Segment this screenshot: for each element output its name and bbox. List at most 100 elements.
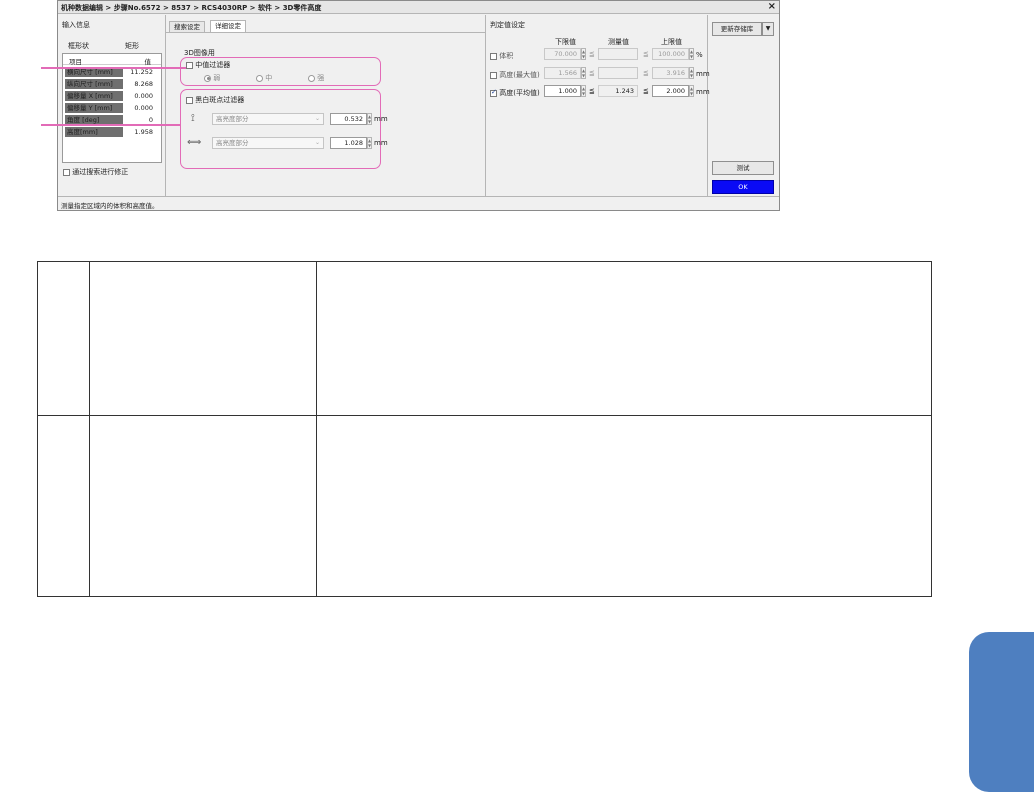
spinner-icon[interactable]: ▲ ▼ — [367, 113, 372, 125]
row-key: 横向尺寸 [mm] — [65, 67, 123, 77]
chevron-down-icon: ⌄ — [314, 139, 320, 146]
unit-label: % — [696, 51, 703, 59]
le-symbol: ≦ — [589, 87, 595, 95]
lower-input[interactable]: 70.000 — [544, 48, 581, 60]
judge-checkbox[interactable] — [490, 71, 497, 79]
spinner-icon[interactable]: ▲ ▼ — [689, 48, 694, 60]
spinner-icon[interactable]: ▲ ▼ — [367, 137, 372, 149]
radio-medium[interactable]: 中 — [256, 73, 272, 83]
input-info-panel: 输入信息 框形状 矩形 项目 值 横向尺寸 [mm] 11.252 纵向尺寸 [m… — [58, 15, 166, 196]
radio-strong[interactable]: 强 — [308, 73, 324, 83]
radio-weak[interactable]: 弱 — [204, 73, 220, 83]
col-item: 项目 — [69, 58, 82, 66]
row-value: 1.958 — [134, 128, 153, 136]
shape-value: 矩形 — [125, 42, 139, 50]
le-symbol: ≦ — [643, 50, 649, 58]
correction-checkbox[interactable] — [63, 168, 70, 176]
bw-filter-value-2[interactable]: 1.028 — [330, 137, 367, 149]
doc-table-divider — [38, 415, 931, 416]
bw-filter-row[interactable]: 黑白斑点过滤器 — [186, 95, 244, 105]
col-upper: 上限值 — [661, 38, 682, 46]
judge-label: 高度(最大值) — [499, 71, 540, 79]
judge-checkbox[interactable] — [490, 52, 497, 60]
button-panel: 更新存储库 ▼ 测试 OK — [708, 15, 779, 196]
correction-label: 通过搜索进行修正 — [72, 168, 129, 176]
status-text: 测量指定区域内的体积和高度值。 — [61, 202, 159, 210]
row-key: 纵向尺寸 [mm] — [65, 79, 123, 89]
radio-medium-label: 中 — [265, 74, 273, 82]
row-key: 高度[mm] — [65, 127, 123, 137]
upper-input[interactable]: 100.000 — [652, 48, 689, 60]
correction-checkbox-row[interactable]: 通过搜索进行修正 — [63, 167, 128, 177]
table-header: 项目 值 — [63, 54, 161, 66]
tab-detail-settings[interactable]: 详细设定 — [210, 20, 246, 32]
ok-button[interactable]: OK — [712, 180, 774, 194]
judge-checkbox[interactable] — [490, 88, 497, 97]
tab-search-settings[interactable]: 搜索设定 — [169, 21, 205, 32]
bw-filter-select-2[interactable]: 高亮度部分 ⌄ — [212, 137, 324, 149]
doc-table — [37, 261, 932, 597]
unit-label: mm — [374, 115, 388, 123]
close-icon[interactable]: × — [768, 1, 776, 13]
radio-strong-indicator[interactable] — [308, 74, 315, 82]
judge-row-avg-height[interactable]: 高度(平均值) — [490, 88, 540, 98]
judge-label: 体积 — [499, 52, 514, 60]
table-row[interactable]: 高度[mm] 1.958 — [63, 126, 161, 138]
radio-medium-indicator[interactable] — [256, 74, 263, 82]
update-dropdown-button[interactable]: ▼ — [762, 22, 774, 36]
status-bar: 测量指定区域内的体积和高度值。 — [58, 196, 779, 210]
spinner-icon[interactable]: ▲ ▼ — [581, 48, 586, 60]
horizontal-size-icon: ⟺ — [187, 137, 202, 148]
dialog-title: 机种数据编辑 > 步骤No.6572 > 8537 > RCS4030RP > … — [61, 4, 322, 12]
bw-filter-select-1[interactable]: 高亮度部分 ⌄ — [212, 113, 324, 125]
spinner-icon[interactable]: ▲ ▼ — [689, 67, 694, 79]
table-row[interactable]: 偏移量 Y [mm] 0.000 — [63, 102, 161, 114]
test-button[interactable]: 测试 — [712, 161, 774, 175]
judge-row-volume[interactable]: 体积 — [490, 51, 513, 61]
title-bar: 机种数据编辑 > 步骤No.6572 > 8537 > RCS4030RP > … — [58, 1, 779, 14]
judge-label: 高度(平均值) — [499, 89, 540, 97]
spinner-icon[interactable]: ▲ ▼ — [689, 85, 694, 97]
doc-table-divider — [316, 262, 317, 596]
judge-row-max-height[interactable]: 高度(最大值) — [490, 70, 540, 80]
judge-panel: 判定值设定 下限值 测量值 上限值 体积 70.000 ▲ ▼ ≦ ≦ 100.0… — [486, 15, 710, 196]
judge-title: 判定值设定 — [490, 21, 525, 29]
update-library-button[interactable]: 更新存储库 — [712, 22, 762, 36]
shape-label: 框形状 — [68, 42, 89, 50]
table-row[interactable]: 偏移量 X [mm] 0.000 — [63, 90, 161, 102]
row-value: 11.252 — [130, 68, 153, 76]
callout-line-2 — [41, 124, 181, 126]
radio-weak-label: 弱 — [213, 74, 221, 82]
input-info-title: 输入信息 — [62, 21, 90, 29]
le-symbol: ≦ — [643, 87, 649, 95]
radio-weak-indicator[interactable] — [204, 74, 211, 82]
tab-underline — [166, 32, 485, 33]
table-row[interactable]: 纵向尺寸 [mm] 8.268 — [63, 78, 161, 90]
le-symbol: ≦ — [643, 69, 649, 77]
measured-value — [598, 67, 638, 79]
upper-input[interactable]: 3.916 — [652, 67, 689, 79]
input-info-table: 项目 值 横向尺寸 [mm] 11.252 纵向尺寸 [mm] 8.268 偏移量 … — [62, 53, 162, 163]
bw-filter-value-1[interactable]: 0.532 — [330, 113, 367, 125]
spinner-icon[interactable]: ▲ ▼ — [581, 85, 586, 97]
measured-value — [598, 48, 638, 60]
detail-panel: 搜索设定 详细设定 3D图像用 中值过滤器 弱 中 强 黑白斑点过滤器 ⟟ 高亮… — [166, 15, 486, 196]
spinner-icon[interactable]: ▲ ▼ — [581, 67, 586, 79]
col-measured: 测量值 — [608, 38, 629, 46]
bw-filter-checkbox[interactable] — [186, 96, 193, 104]
vertical-size-icon: ⟟ — [191, 113, 195, 124]
median-filter-row[interactable]: 中值过滤器 — [186, 60, 230, 70]
radio-strong-label: 强 — [317, 74, 325, 82]
median-filter-label: 中值过滤器 — [195, 61, 231, 69]
row-key: 偏移量 X [mm] — [65, 91, 123, 101]
lower-input[interactable]: 1.000 — [544, 85, 581, 97]
measured-value: 1.243 — [598, 85, 638, 97]
lower-input[interactable]: 1.566 — [544, 67, 581, 79]
row-value: 0.000 — [134, 104, 153, 112]
median-filter-checkbox[interactable] — [186, 61, 193, 69]
doc-table-divider — [89, 262, 90, 596]
upper-input[interactable]: 2.000 — [652, 85, 689, 97]
chevron-down-icon: ⌄ — [314, 115, 320, 122]
le-symbol: ≦ — [589, 50, 595, 58]
side-chapter-tab — [969, 632, 1034, 792]
